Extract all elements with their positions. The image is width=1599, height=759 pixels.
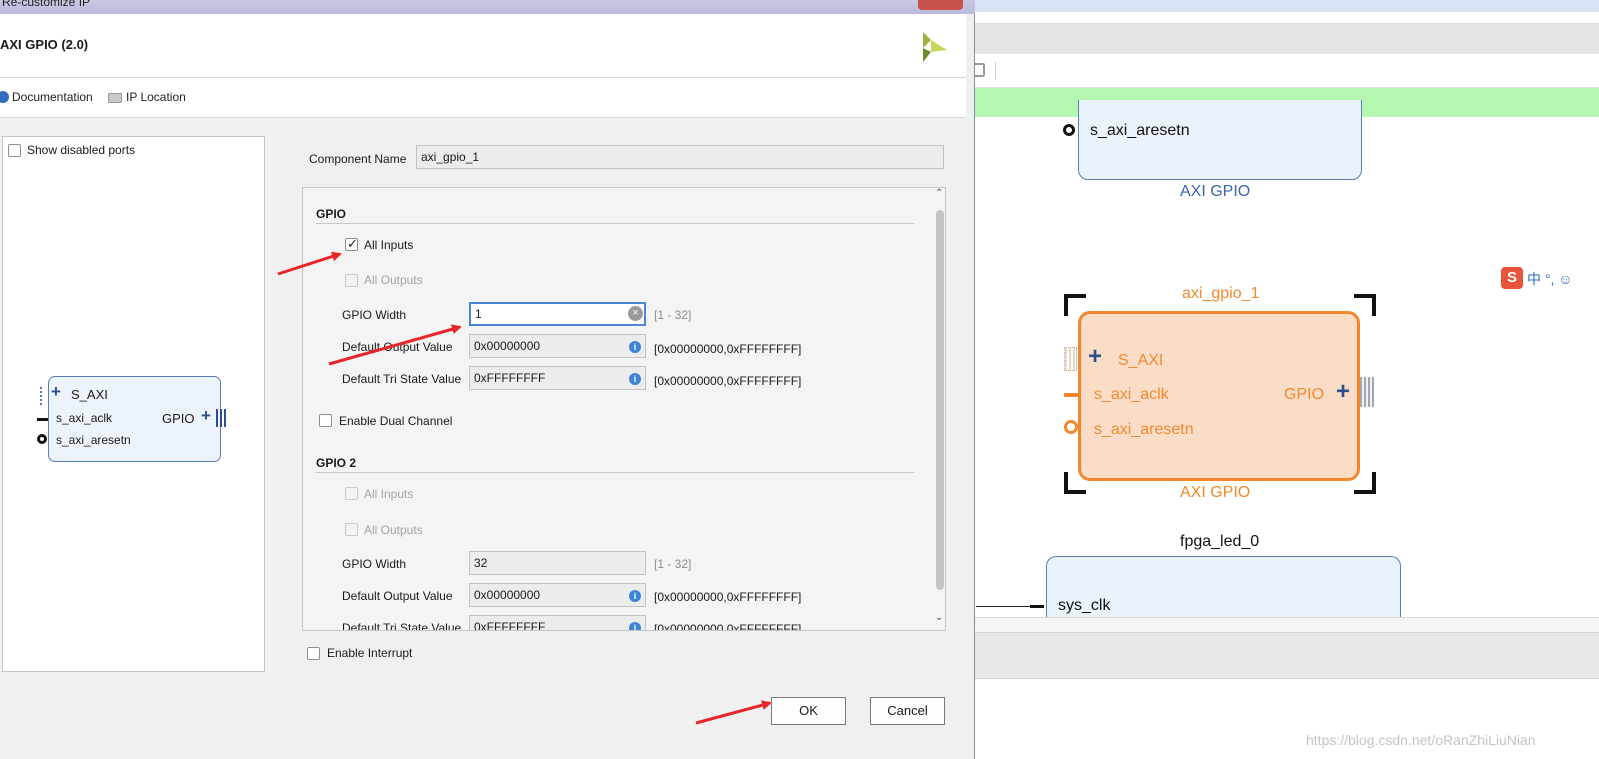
- arrow-to-gpio-width: [328, 324, 462, 366]
- annotation-arrows: [277, 251, 772, 725]
- arrow-to-all-inputs: [277, 251, 342, 276]
- arrow-to-ok-button: [695, 700, 772, 725]
